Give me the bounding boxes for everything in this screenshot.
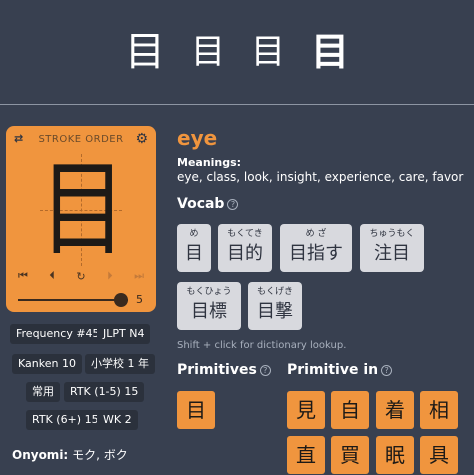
vocab-item[interactable]: め ざ 目指す (280, 224, 352, 272)
primitive-in-item[interactable]: 相 (420, 391, 458, 429)
primitive-in-item[interactable]: 自 (331, 391, 369, 429)
stroke-slider[interactable] (18, 292, 128, 308)
vocab-word: 注目 (374, 243, 410, 264)
primitive-item[interactable]: 目 (177, 391, 215, 429)
vocab-word: 目指す (289, 243, 343, 264)
vocab-word: 目撃 (257, 301, 293, 322)
kanji-variant-1: 目 (124, 29, 165, 75)
vocab-word: 目的 (227, 243, 263, 264)
help-icon[interactable]: ? (381, 364, 393, 376)
slider-track (18, 299, 128, 301)
primitives-title: Primitives? (177, 362, 271, 378)
stroke-order-kanji: 目 (40, 150, 126, 270)
help-icon[interactable]: ? (227, 198, 239, 210)
slider-thumb[interactable] (114, 293, 128, 307)
kanji-variant-2: 目 (190, 32, 225, 72)
skip-start-icon[interactable]: ⏮ (18, 269, 28, 283)
tag-joyo: 常用 (26, 382, 60, 402)
primitive-in-item[interactable]: 具 (420, 436, 458, 474)
primitive-in-item[interactable]: 着 (376, 391, 414, 429)
tag-grade: 小学校 1 年 (85, 354, 155, 374)
vocab-title-text: Vocab (177, 196, 225, 212)
meanings-label: Meanings: (177, 156, 242, 169)
step-forward-icon[interactable]: ⏵ (107, 269, 113, 283)
dictionary-hint: Shift + click for dictionary lookup. (177, 340, 347, 351)
vocab-furigana: もくげき (256, 287, 293, 297)
kanji-variant-3: 目 (250, 32, 285, 72)
vocab-word: 目 (185, 243, 203, 264)
help-icon[interactable]: ? (259, 364, 271, 376)
primitive-in-title-text: Primitive in (287, 362, 379, 378)
tag-frequency: Frequency #45 (10, 324, 106, 344)
vocab-furigana: もくひょう (186, 287, 232, 297)
vocab-furigana: ちゅうもく (369, 229, 415, 239)
keyword: eye (177, 126, 218, 150)
primitive-in-title: Primitive in? (287, 362, 393, 378)
vocab-item[interactable]: め 目 (177, 224, 211, 272)
tag-jlpt: JLPT N4 (97, 324, 151, 344)
playback-controls: ⏮ ⏴ ↻ ⏵ ⏭ (18, 268, 144, 284)
stroke-order-canvas: 目 (40, 150, 126, 270)
primitives-title-text: Primitives (177, 362, 257, 378)
onyomi-value: モク, ボク (72, 448, 128, 462)
vocab-item[interactable]: もくひょう 目標 (177, 282, 241, 330)
tag-rtk-1-5: RTK (1-5) 15 (64, 382, 145, 402)
vocab-furigana: め (189, 229, 199, 239)
primitive-in-item[interactable]: 買 (331, 436, 369, 474)
step-back-icon[interactable]: ⏴ (49, 269, 55, 283)
vocab-title: Vocab? (177, 196, 239, 212)
header-divider (0, 104, 474, 105)
onyomi-label: Onyomi: (12, 448, 69, 462)
tag-wanikani: WK 2 (97, 410, 138, 430)
vocab-item[interactable]: もくげき 目撃 (248, 282, 302, 330)
vocab-furigana: もくてき (227, 229, 263, 239)
vocab-furigana: め ざ (305, 229, 327, 239)
stroke-order-panel: ⇄ STROKE ORDER ⚙ 目 ⏮ ⏴ ↻ ⏵ ⏭ 5 (6, 126, 156, 312)
tag-kanken: Kanken 10 (12, 354, 82, 374)
kanji-font-variants: 目 目 目 目 (0, 0, 474, 104)
primitive-in-item[interactable]: 眠 (376, 436, 414, 474)
stroke-count: 5 (136, 293, 143, 306)
primitive-in-item[interactable]: 直 (287, 436, 325, 474)
skip-end-icon[interactable]: ⏭ (134, 269, 144, 283)
onyomi-reading: Onyomi: モク, ボク (12, 446, 128, 463)
gear-icon[interactable]: ⚙ (135, 131, 148, 147)
vocab-item[interactable]: もくてき 目的 (218, 224, 272, 272)
kanji-variant-4: 目 (310, 30, 349, 74)
vocab-item[interactable]: ちゅうもく 注目 (360, 224, 424, 272)
meanings-list: eye, class, look, insight, experience, c… (177, 170, 464, 184)
tag-rtk-6: RTK (6+) 15 (26, 410, 105, 430)
replay-icon[interactable]: ↻ (76, 270, 85, 283)
vocab-word: 目標 (191, 301, 227, 322)
primitive-in-item[interactable]: 見 (287, 391, 325, 429)
